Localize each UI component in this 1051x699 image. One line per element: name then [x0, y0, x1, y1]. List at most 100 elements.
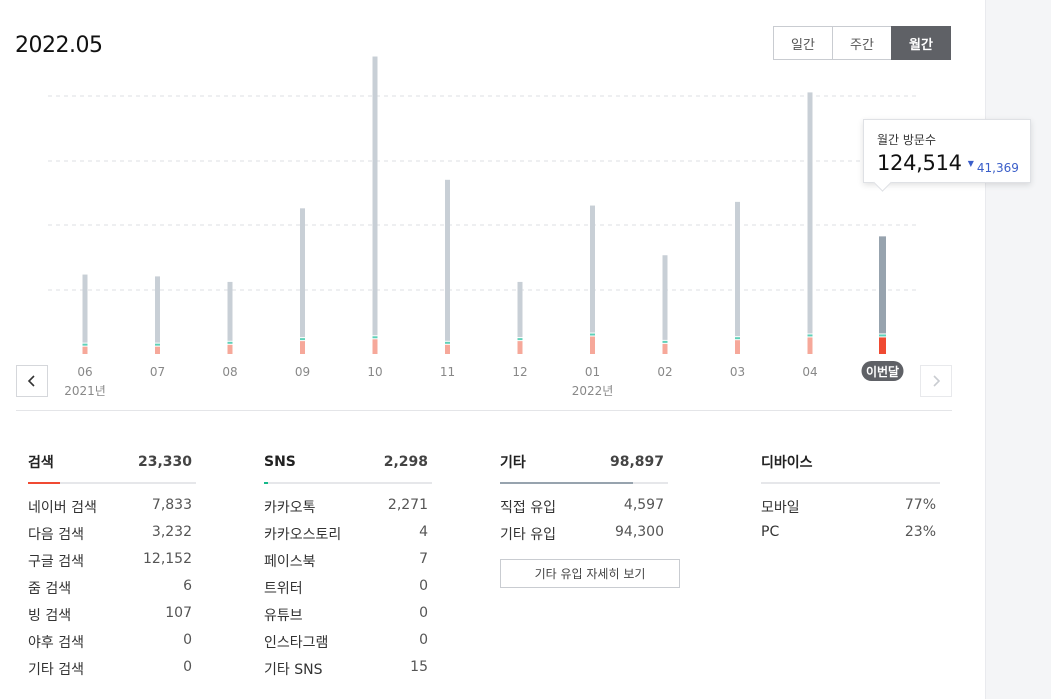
sns-stat-row: 인스타그램 0: [252, 632, 432, 659]
sns-stat-value: 2,271: [387, 497, 428, 513]
sns-share-bar: [264, 482, 432, 484]
x-tick-label: 06: [77, 365, 92, 379]
bar-other: [517, 281, 523, 338]
device-stat-label: PC: [761, 524, 780, 540]
tooltip-label: 월간 방문수: [877, 133, 937, 147]
search-stat-value: 12,152: [143, 551, 192, 567]
monthly-visits-chart: 06 07 08 09 10 11 12 01 02 03 04 이번달 2021년 2022년: [48, 56, 916, 398]
device-stat-row: PC 23%: [749, 524, 940, 551]
bar-search: [879, 337, 886, 354]
search-stat-value: 6: [183, 578, 192, 594]
bar-search: [155, 346, 160, 354]
sns-stat-row: 카카오톡 2,271: [252, 497, 432, 524]
bar-search: [807, 337, 813, 354]
chevron-left-icon: [27, 375, 35, 387]
other-stats-list: 직접 유입 4,597 기타 유입 94,300: [488, 497, 668, 551]
bar-search: [82, 346, 88, 354]
device-stat-value: 77%: [904, 497, 936, 513]
sns-stat-row: 트위터 0: [252, 578, 432, 605]
sns-stat-row: 유튜브 0: [252, 605, 432, 632]
bar-search: [517, 341, 523, 354]
sns-stat-label: 인스타그램: [264, 635, 329, 651]
device-stat-label: 모바일: [761, 500, 800, 516]
sns-stat-value: 0: [419, 632, 428, 648]
search-stats: 검색 23,330 네이버 검색 7,833 다음 검색 3,232 구글 검색 12,1…: [16, 450, 196, 686]
x-tick-label: 03: [730, 365, 745, 379]
sns-stat-row: 카카오스토리 4: [252, 524, 432, 551]
sns-stat-label: 트위터: [264, 581, 303, 597]
device-stats: 디바이스 모바일 77% PC 23%: [749, 450, 940, 551]
sns-stats-total: 2,298: [383, 454, 428, 470]
other-stat-row: 기타 유입 94,300: [488, 524, 668, 551]
bar-sns: [372, 336, 378, 339]
sns-stat-value: 0: [419, 605, 428, 621]
other-stat-row: 직접 유입 4,597: [488, 497, 668, 524]
sns-stats: SNS 2,298 카카오톡 2,271 카카오스토리 4 페이스북 7 트위터 0 유튜브 0 인…: [252, 450, 432, 686]
bar-sns: [517, 338, 523, 341]
sns-stat-value: 15: [410, 659, 428, 675]
other-stat-value: 4,597: [623, 497, 664, 513]
year-label: 2021년: [64, 384, 106, 398]
bar-search: [735, 340, 740, 354]
visits-tooltip: 월간 방문수 124,514 ▼ 41,369: [863, 119, 1031, 183]
search-stat-row: 야후 검색 0: [16, 632, 196, 659]
sns-stat-label: 카카오톡: [264, 500, 316, 516]
other-stats: 기타 98,897 직접 유입 4,597 기타 유입 94,300 기타 유입 자세…: [488, 450, 680, 588]
search-stat-label: 구글 검색: [28, 554, 84, 570]
next-period-button[interactable]: [920, 365, 952, 397]
sns-stat-row: 기타 SNS 15: [252, 659, 432, 686]
other-share-bar: [500, 482, 668, 484]
current-month-label: 이번달: [866, 364, 899, 379]
bar-search: [445, 344, 450, 354]
bar-other: [227, 281, 233, 341]
bar-other: [372, 56, 378, 336]
sns-stat-value: 4: [419, 524, 428, 540]
search-stat-label: 다음 검색: [28, 527, 84, 543]
bar-sns: [590, 333, 595, 336]
other-inflow-detail-button[interactable]: 기타 유입 자세히 보기: [500, 559, 680, 588]
tooltip-value: 124,514: [877, 151, 962, 175]
other-share-fill: [500, 482, 633, 484]
x-tick-label: 09: [295, 365, 310, 379]
prev-period-button[interactable]: [16, 365, 48, 397]
search-stat-label: 기타 검색: [28, 662, 84, 678]
search-stat-row: 빙 검색 107: [16, 605, 196, 632]
bar-other: [662, 255, 668, 340]
bar-other: [300, 208, 305, 338]
bar-other: [590, 205, 595, 333]
bar-search: [590, 336, 595, 354]
search-stat-row: 줌 검색 6: [16, 578, 196, 605]
bar-search: [662, 343, 668, 354]
search-stat-row: 다음 검색 3,232: [16, 524, 196, 551]
x-tick-label: 08: [222, 365, 237, 379]
bar-sns: [445, 341, 450, 344]
sns-stats-list: 카카오톡 2,271 카카오스토리 4 페이스북 7 트위터 0 유튜브 0 인스타그램 0 기타 SN…: [252, 497, 432, 686]
search-stat-value: 0: [183, 632, 192, 648]
device-stats-title: 디바이스: [761, 455, 813, 471]
search-stat-value: 3,232: [151, 524, 192, 540]
search-stat-value: 7,833: [151, 497, 192, 513]
search-share-bar: [28, 482, 196, 484]
bar-search: [227, 344, 233, 354]
search-stat-value: 107: [165, 605, 192, 621]
right-side-panel: [985, 0, 1051, 699]
x-tick-label: 10: [367, 365, 382, 379]
bar-other: [82, 274, 88, 343]
search-stat-label: 야후 검색: [28, 635, 84, 651]
sns-stat-label: 유튜브: [264, 608, 303, 624]
section-divider: [16, 410, 952, 411]
sns-stats-title: SNS: [264, 454, 296, 470]
search-stat-value: 0: [183, 659, 192, 675]
device-stats-list: 모바일 77% PC 23%: [749, 497, 940, 551]
search-stat-label: 네이버 검색: [28, 500, 97, 516]
bar-sns: [300, 338, 305, 341]
tooltip-delta-value: 41,369: [976, 160, 1019, 175]
x-tick-label: 04: [802, 365, 817, 379]
device-divider: [761, 482, 940, 484]
bar-sns: [82, 343, 88, 346]
search-stat-label: 빙 검색: [28, 608, 72, 624]
search-stat-row: 기타 검색 0: [16, 659, 196, 686]
x-tick-label: 11: [440, 365, 455, 379]
bar-search: [372, 339, 378, 354]
other-stats-total: 98,897: [609, 454, 664, 470]
